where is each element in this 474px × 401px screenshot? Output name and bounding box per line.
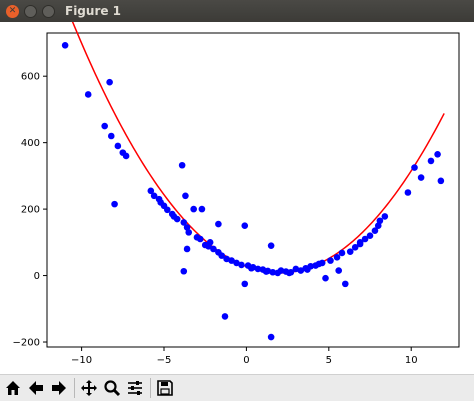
navigation-toolbar	[0, 374, 474, 401]
data-point	[182, 192, 189, 200]
x-tick-label: −10	[71, 355, 92, 366]
data-point	[434, 150, 441, 158]
data-point	[262, 268, 270, 275]
data-point	[356, 239, 364, 246]
maximize-window-button[interactable]	[42, 4, 55, 18]
data-point	[285, 269, 293, 277]
data-point	[114, 142, 122, 150]
data-point	[107, 132, 115, 140]
zoom-icon[interactable]	[101, 377, 123, 399]
x-tick-label: 0	[243, 355, 249, 366]
back-arrow-icon[interactable]	[25, 377, 47, 399]
scatter-plot: −10 −5 0 5 10 −200 0 200 400 600	[13, 3, 460, 366]
data-point	[170, 213, 178, 220]
data-point	[61, 41, 69, 49]
data-point	[157, 199, 165, 206]
data-point	[304, 266, 311, 273]
data-point	[381, 213, 389, 220]
data-point	[84, 91, 92, 98]
data-point	[205, 243, 212, 250]
y-tick-label: 400	[21, 138, 40, 149]
data-point	[322, 274, 329, 282]
data-point	[106, 78, 113, 86]
toolbar-separator	[74, 378, 75, 398]
y-tick-label: −200	[13, 338, 40, 349]
data-point	[437, 177, 445, 185]
data-point	[341, 280, 349, 288]
data-point	[238, 261, 245, 269]
data-point	[178, 161, 186, 169]
data-point	[333, 253, 341, 261]
y-tick-label: 0	[34, 271, 40, 282]
data-point	[427, 157, 435, 165]
y-tick-label: 200	[21, 205, 40, 216]
configure-subplots-icon[interactable]	[124, 377, 146, 399]
forward-arrow-icon[interactable]	[48, 377, 70, 399]
data-point	[338, 249, 346, 257]
data-point	[327, 257, 334, 264]
data-point	[335, 267, 343, 274]
minimize-window-button[interactable]	[24, 4, 37, 18]
x-tick-label: 10	[405, 355, 418, 366]
data-point	[111, 200, 118, 208]
data-point	[190, 205, 197, 213]
data-point	[417, 174, 425, 181]
fit-line	[64, 3, 445, 274]
data-point	[241, 280, 249, 288]
data-point	[221, 313, 229, 320]
data-point	[196, 235, 204, 243]
data-point	[404, 189, 412, 196]
y-tick-label: 600	[21, 72, 40, 83]
data-point	[101, 122, 108, 130]
data-point	[248, 264, 255, 272]
data-point	[185, 229, 193, 236]
data-point	[267, 242, 275, 249]
data-point	[411, 164, 418, 171]
figure-canvas[interactable]: −10 −5 0 5 10 −200 0 200 400 600	[0, 3, 474, 374]
title-bar: ✕ Figure 1	[0, 0, 474, 22]
data-point	[183, 245, 191, 253]
data-point	[366, 232, 374, 239]
data-point	[346, 248, 354, 255]
window-title: Figure 1	[65, 4, 122, 18]
save-icon[interactable]	[154, 377, 176, 399]
home-icon[interactable]	[2, 377, 24, 399]
data-point	[180, 267, 188, 275]
data-point	[215, 220, 222, 228]
x-tick-label: −5	[157, 355, 172, 366]
toolbar-separator	[150, 378, 151, 398]
pan-icon[interactable]	[78, 377, 100, 399]
data-point	[241, 222, 249, 230]
data-point	[164, 206, 171, 214]
data-point	[315, 260, 323, 268]
data-point	[198, 205, 206, 213]
x-tick-label: 5	[326, 355, 332, 366]
data-point	[122, 152, 130, 160]
data-point	[267, 333, 275, 341]
close-window-button[interactable]: ✕	[6, 4, 19, 18]
data-point	[376, 217, 384, 225]
